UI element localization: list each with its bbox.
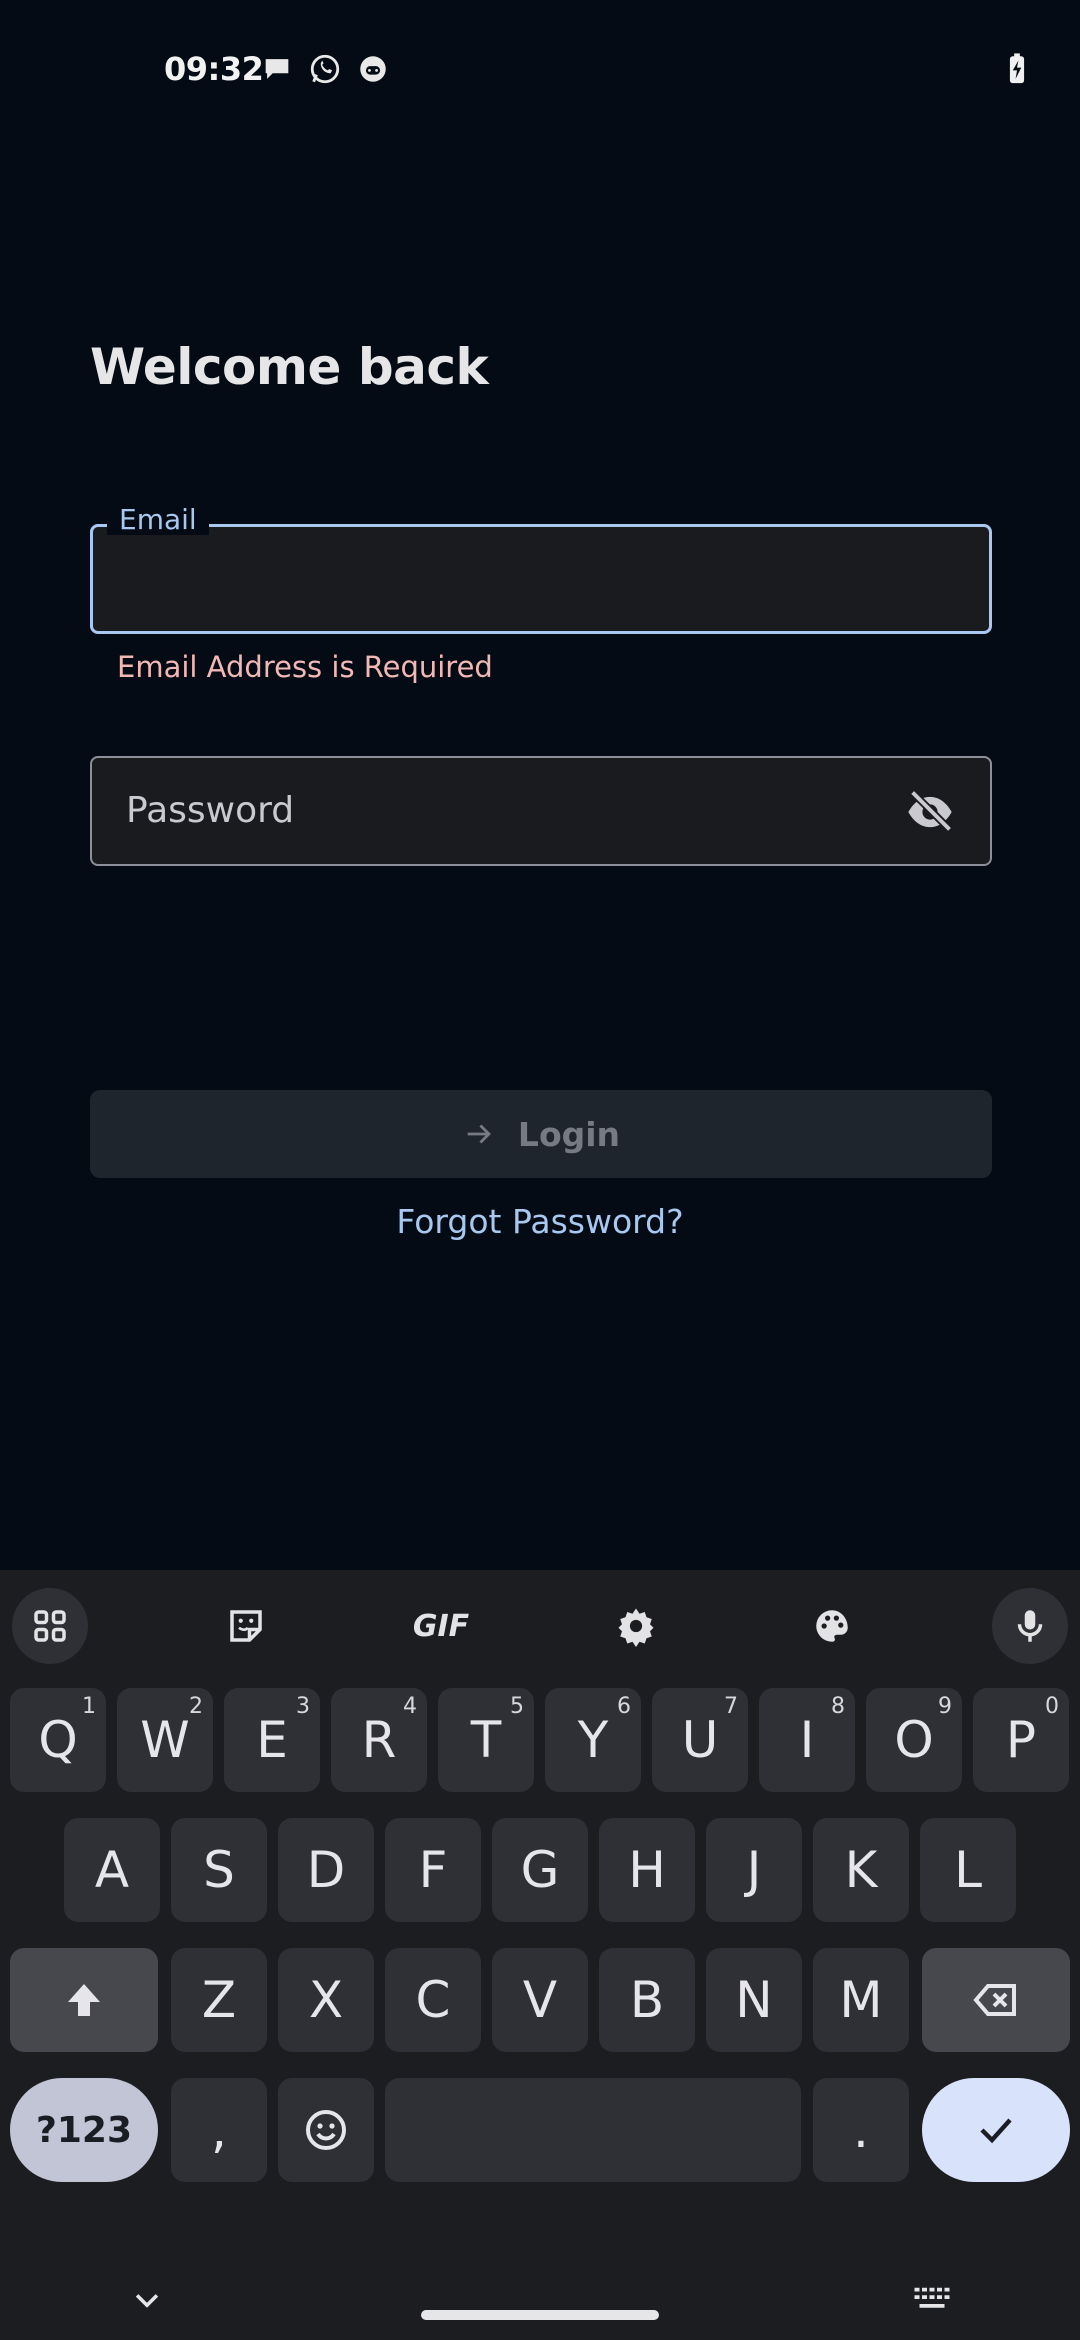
key-x[interactable]: X	[278, 1948, 374, 2052]
gif-label: GIF	[412, 1608, 470, 1644]
key-o[interactable]: O9	[866, 1688, 962, 1792]
notification-icons	[260, 52, 390, 86]
home-handle[interactable]	[421, 2310, 659, 2320]
key-g[interactable]: G	[492, 1818, 588, 1922]
keyboard: GIF Q1 W2 E3 R4 T5 Y6 U7 I8 O9 P0 A S D …	[0, 1570, 1080, 2340]
sticker-button[interactable]	[208, 1588, 284, 1664]
chevron-down-icon[interactable]	[130, 2284, 164, 2318]
comma-key[interactable]: ,	[171, 2078, 267, 2182]
gif-button[interactable]: GIF	[403, 1588, 479, 1664]
backspace-icon	[973, 1984, 1016, 2016]
whatsapp-icon	[310, 54, 340, 84]
key-l[interactable]: L	[920, 1818, 1016, 1922]
forgot-password-link[interactable]: Forgot Password?	[0, 1202, 1080, 1241]
key-h[interactable]: H	[599, 1818, 695, 1922]
key-t[interactable]: T5	[438, 1688, 534, 1792]
key-v[interactable]: V	[492, 1948, 588, 2052]
sticker-icon	[230, 1610, 262, 1642]
enter-key[interactable]	[922, 2078, 1070, 2182]
settings-icon	[618, 1608, 654, 1647]
emoji-icon	[306, 2110, 346, 2150]
key-m[interactable]: M	[813, 1948, 909, 2052]
checkmark-icon	[980, 2118, 1012, 2144]
apps-grid-button[interactable]	[12, 1588, 88, 1664]
status-time: 09:32	[164, 50, 264, 88]
key-u[interactable]: U7	[652, 1688, 748, 1792]
key-d[interactable]: D	[278, 1818, 374, 1922]
shift-icon	[68, 1984, 100, 2016]
key-s[interactable]: S	[171, 1818, 267, 1922]
key-k[interactable]: K	[813, 1818, 909, 1922]
settings-button[interactable]	[598, 1588, 674, 1664]
password-field[interactable]: Password	[90, 756, 992, 866]
login-button[interactable]: Login	[90, 1090, 992, 1178]
palette-icon	[816, 1610, 848, 1642]
emoji-key[interactable]	[278, 2078, 374, 2182]
key-f[interactable]: F	[385, 1818, 481, 1922]
key-n[interactable]: N	[706, 1948, 802, 2052]
battery-charging-icon	[1009, 53, 1025, 84]
key-c[interactable]: C	[385, 1948, 481, 2052]
key-w[interactable]: W2	[117, 1688, 213, 1792]
login-label: Login	[517, 1114, 621, 1154]
theme-button[interactable]	[794, 1588, 870, 1664]
key-e[interactable]: E3	[224, 1688, 320, 1792]
password-placeholder: Password	[126, 790, 295, 831]
eye-off-icon[interactable]	[904, 786, 956, 838]
key-a[interactable]: A	[64, 1818, 160, 1922]
page-title: Welcome back	[90, 338, 489, 396]
microphone-icon	[1017, 1610, 1043, 1642]
keyboard-toolbar: GIF	[0, 1570, 1080, 1670]
email-error-message: Email Address is Required	[117, 650, 493, 684]
navigation-bar	[0, 2240, 1080, 2340]
key-r[interactable]: R4	[331, 1688, 427, 1792]
key-i[interactable]: I8	[759, 1688, 855, 1792]
email-field[interactable]: Email	[90, 505, 992, 634]
key-y[interactable]: Y6	[545, 1688, 641, 1792]
key-z[interactable]: Z	[171, 1948, 267, 2052]
period-key[interactable]: .	[813, 2078, 909, 2182]
key-p[interactable]: P0	[973, 1688, 1069, 1792]
backspace-key[interactable]	[922, 1948, 1070, 2052]
shift-key[interactable]	[10, 1948, 158, 2052]
chat-bubble-icon	[265, 59, 289, 79]
key-j[interactable]: J	[706, 1818, 802, 1922]
key-b[interactable]: B	[599, 1948, 695, 2052]
key-q[interactable]: Q1	[10, 1688, 106, 1792]
voice-input-button[interactable]	[992, 1588, 1068, 1664]
keyboard-switch-icon[interactable]	[912, 2284, 952, 2314]
space-key[interactable]	[385, 2078, 801, 2182]
apps-grid-icon	[34, 1610, 66, 1642]
assistant-icon	[360, 56, 386, 82]
arrow-right-icon	[467, 1124, 491, 1144]
status-bar: 09:32	[0, 0, 1080, 140]
email-label: Email	[107, 505, 209, 535]
symbols-key[interactable]: ?123	[10, 2078, 158, 2182]
